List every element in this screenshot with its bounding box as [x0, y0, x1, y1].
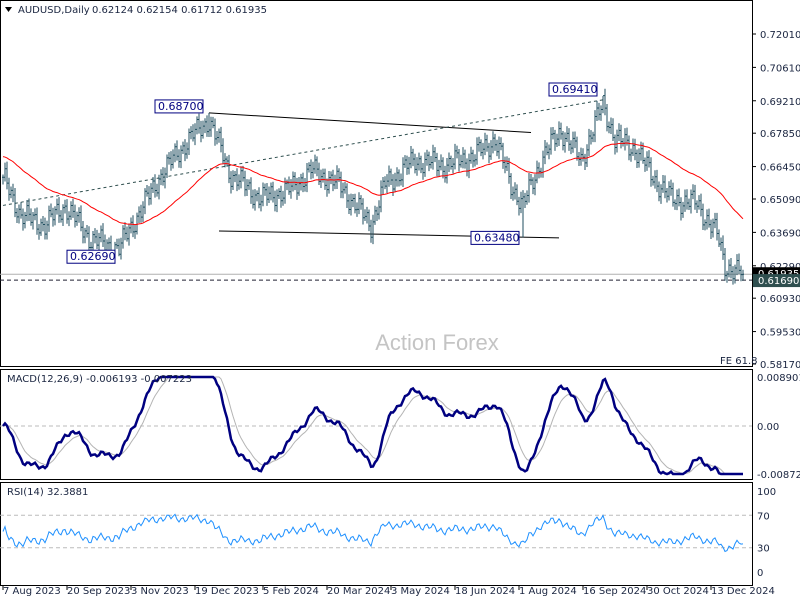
rsi-tick-label: 30 [757, 544, 770, 555]
macd-panel [0, 369, 753, 480]
date-tick-label: 13 Dec 2024 [711, 586, 775, 597]
watermark: Action Forex [375, 330, 499, 355]
price-tick-label: 0.60930 [760, 294, 800, 305]
date-tick-label: 19 Dec 2023 [195, 586, 259, 597]
rsi-tick-label: 70 [757, 511, 770, 522]
date-tick-label: 1 Aug 2024 [519, 586, 577, 597]
price-annotation-label: 0.62690 [70, 250, 116, 263]
date-tick-label: 5 Feb 2024 [263, 586, 319, 597]
date-tick-label: 16 Sep 2024 [583, 586, 646, 597]
chart-canvas: Action Forex 0.68700 0.62690 0.63480 0.6941… [0, 0, 800, 597]
price-tick-label: 0.72010 [760, 30, 800, 41]
ohlc-values: 0.62124 0.62154 0.61712 0.61935 [92, 5, 267, 16]
price-tick-label: 0.59530 [760, 328, 800, 339]
macd-tick-label: 0.008901 [757, 373, 800, 384]
macd-title: MACD(12,26,9) -0.006193 -0.007223 [7, 374, 192, 385]
price-tick-label: 0.66450 [760, 163, 800, 174]
date-tick-label: 3 Nov 2023 [131, 586, 189, 597]
price-tick-label: 0.70610 [760, 63, 800, 74]
macd-tick-label: -0.008729 [757, 470, 800, 481]
rsi-tick-label: 100 [757, 487, 776, 498]
macd-tick-label: 0.00 [757, 422, 779, 433]
price-annotation-label: 0.69410 [552, 83, 598, 96]
symbol-timeframe: AUDUSD,Daily [18, 5, 90, 16]
date-tick-label: 18 Jun 2024 [455, 586, 515, 597]
price-tick-label: 0.65090 [760, 195, 800, 206]
date-tick-label: 20 Mar 2024 [327, 586, 390, 597]
date-tick-label: 20 Sep 2023 [67, 586, 130, 597]
price-tick-label: 0.67850 [760, 129, 800, 140]
price-annotation-label: 0.63480 [474, 231, 520, 244]
price-tick-label: 0.58170 [760, 360, 800, 371]
date-tick-label: 7 Aug 2023 [3, 586, 61, 597]
price-tick-label: 0.63690 [760, 228, 800, 239]
main-panel [0, 0, 753, 367]
date-tick-label: 3 May 2024 [391, 586, 450, 597]
level-price-label: 0.61690 [758, 276, 799, 287]
price-annotation-label: 0.68700 [158, 100, 204, 113]
fe-label: FE 61.8 [720, 356, 758, 367]
rsi-panel [0, 482, 753, 586]
rsi-tick-label: 0 [757, 568, 763, 579]
rsi-title: RSI(14) 32.3881 [7, 487, 88, 498]
date-tick-label: 30 Oct 2024 [647, 586, 709, 597]
price-tick-label: 0.69210 [760, 97, 800, 108]
